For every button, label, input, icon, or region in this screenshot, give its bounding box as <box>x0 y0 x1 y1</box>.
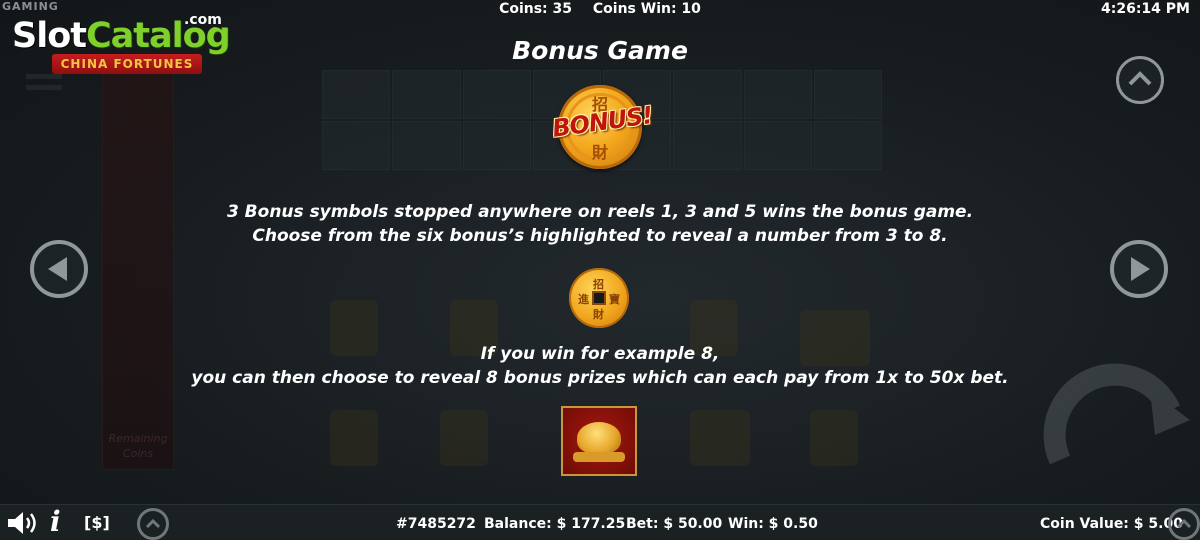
remaining-coins-column: Remaining Coins <box>102 68 174 470</box>
bet-settings-button[interactable]: [$] <box>84 513 110 532</box>
arrow-left-icon <box>48 257 67 281</box>
bonus-coin-icon: 招 進 寶 財 <box>569 268 629 328</box>
page-title: Bonus Game <box>512 36 688 65</box>
balance-display: Balance: $ 177.25 <box>484 516 626 532</box>
coin-value-menu-button[interactable] <box>1168 508 1200 540</box>
coin-value-display: Coin Value: $ 5.00 <box>1040 516 1183 532</box>
coins-count: Coins: 35 <box>499 1 573 17</box>
speaker-icon[interactable] <box>6 509 42 537</box>
coins-win: Coins Win: 10 <box>592 1 701 17</box>
bet-menu-button[interactable] <box>137 508 169 540</box>
bonus-rules-text: 3 Bonus symbols stopped anywhere on reel… <box>226 202 974 246</box>
game-screen: Remaining Coins GAMING Coins: 35 Coins W… <box>0 0 1200 540</box>
scroll-up-button[interactable] <box>1116 56 1164 104</box>
bottom-bar: i [$] #7485272 Balance: $ 177.25 Bet: $ … <box>0 504 1200 540</box>
chevron-up-icon <box>145 518 161 529</box>
reel-symbol <box>690 410 750 466</box>
win-display: Win: $ 0.50 <box>728 516 818 532</box>
chevron-up-icon <box>1128 71 1152 86</box>
remaining-coins-label: Remaining Coins <box>108 432 168 460</box>
reel-symbol <box>330 410 378 466</box>
spin-icon[interactable] <box>1030 340 1200 510</box>
chevron-up-icon <box>1176 518 1192 529</box>
golden-frog-prize-icon <box>561 406 637 476</box>
game-id: #7485272 <box>396 516 476 532</box>
menu-icon <box>26 74 62 96</box>
next-page-button[interactable] <box>1110 240 1168 298</box>
arrow-right-icon <box>1131 257 1150 281</box>
reel-symbol <box>440 410 488 466</box>
logo-dotcom: .com <box>184 12 222 28</box>
clock: 4:26:14 PM <box>1101 1 1190 17</box>
bet-display: Bet: $ 50.00 <box>626 516 723 532</box>
previous-page-button[interactable] <box>30 240 88 298</box>
reel-symbol <box>810 410 858 466</box>
bonus-prize-text: If you win for example 8, you can then c… <box>191 344 1009 388</box>
info-icon[interactable]: i <box>50 505 61 538</box>
